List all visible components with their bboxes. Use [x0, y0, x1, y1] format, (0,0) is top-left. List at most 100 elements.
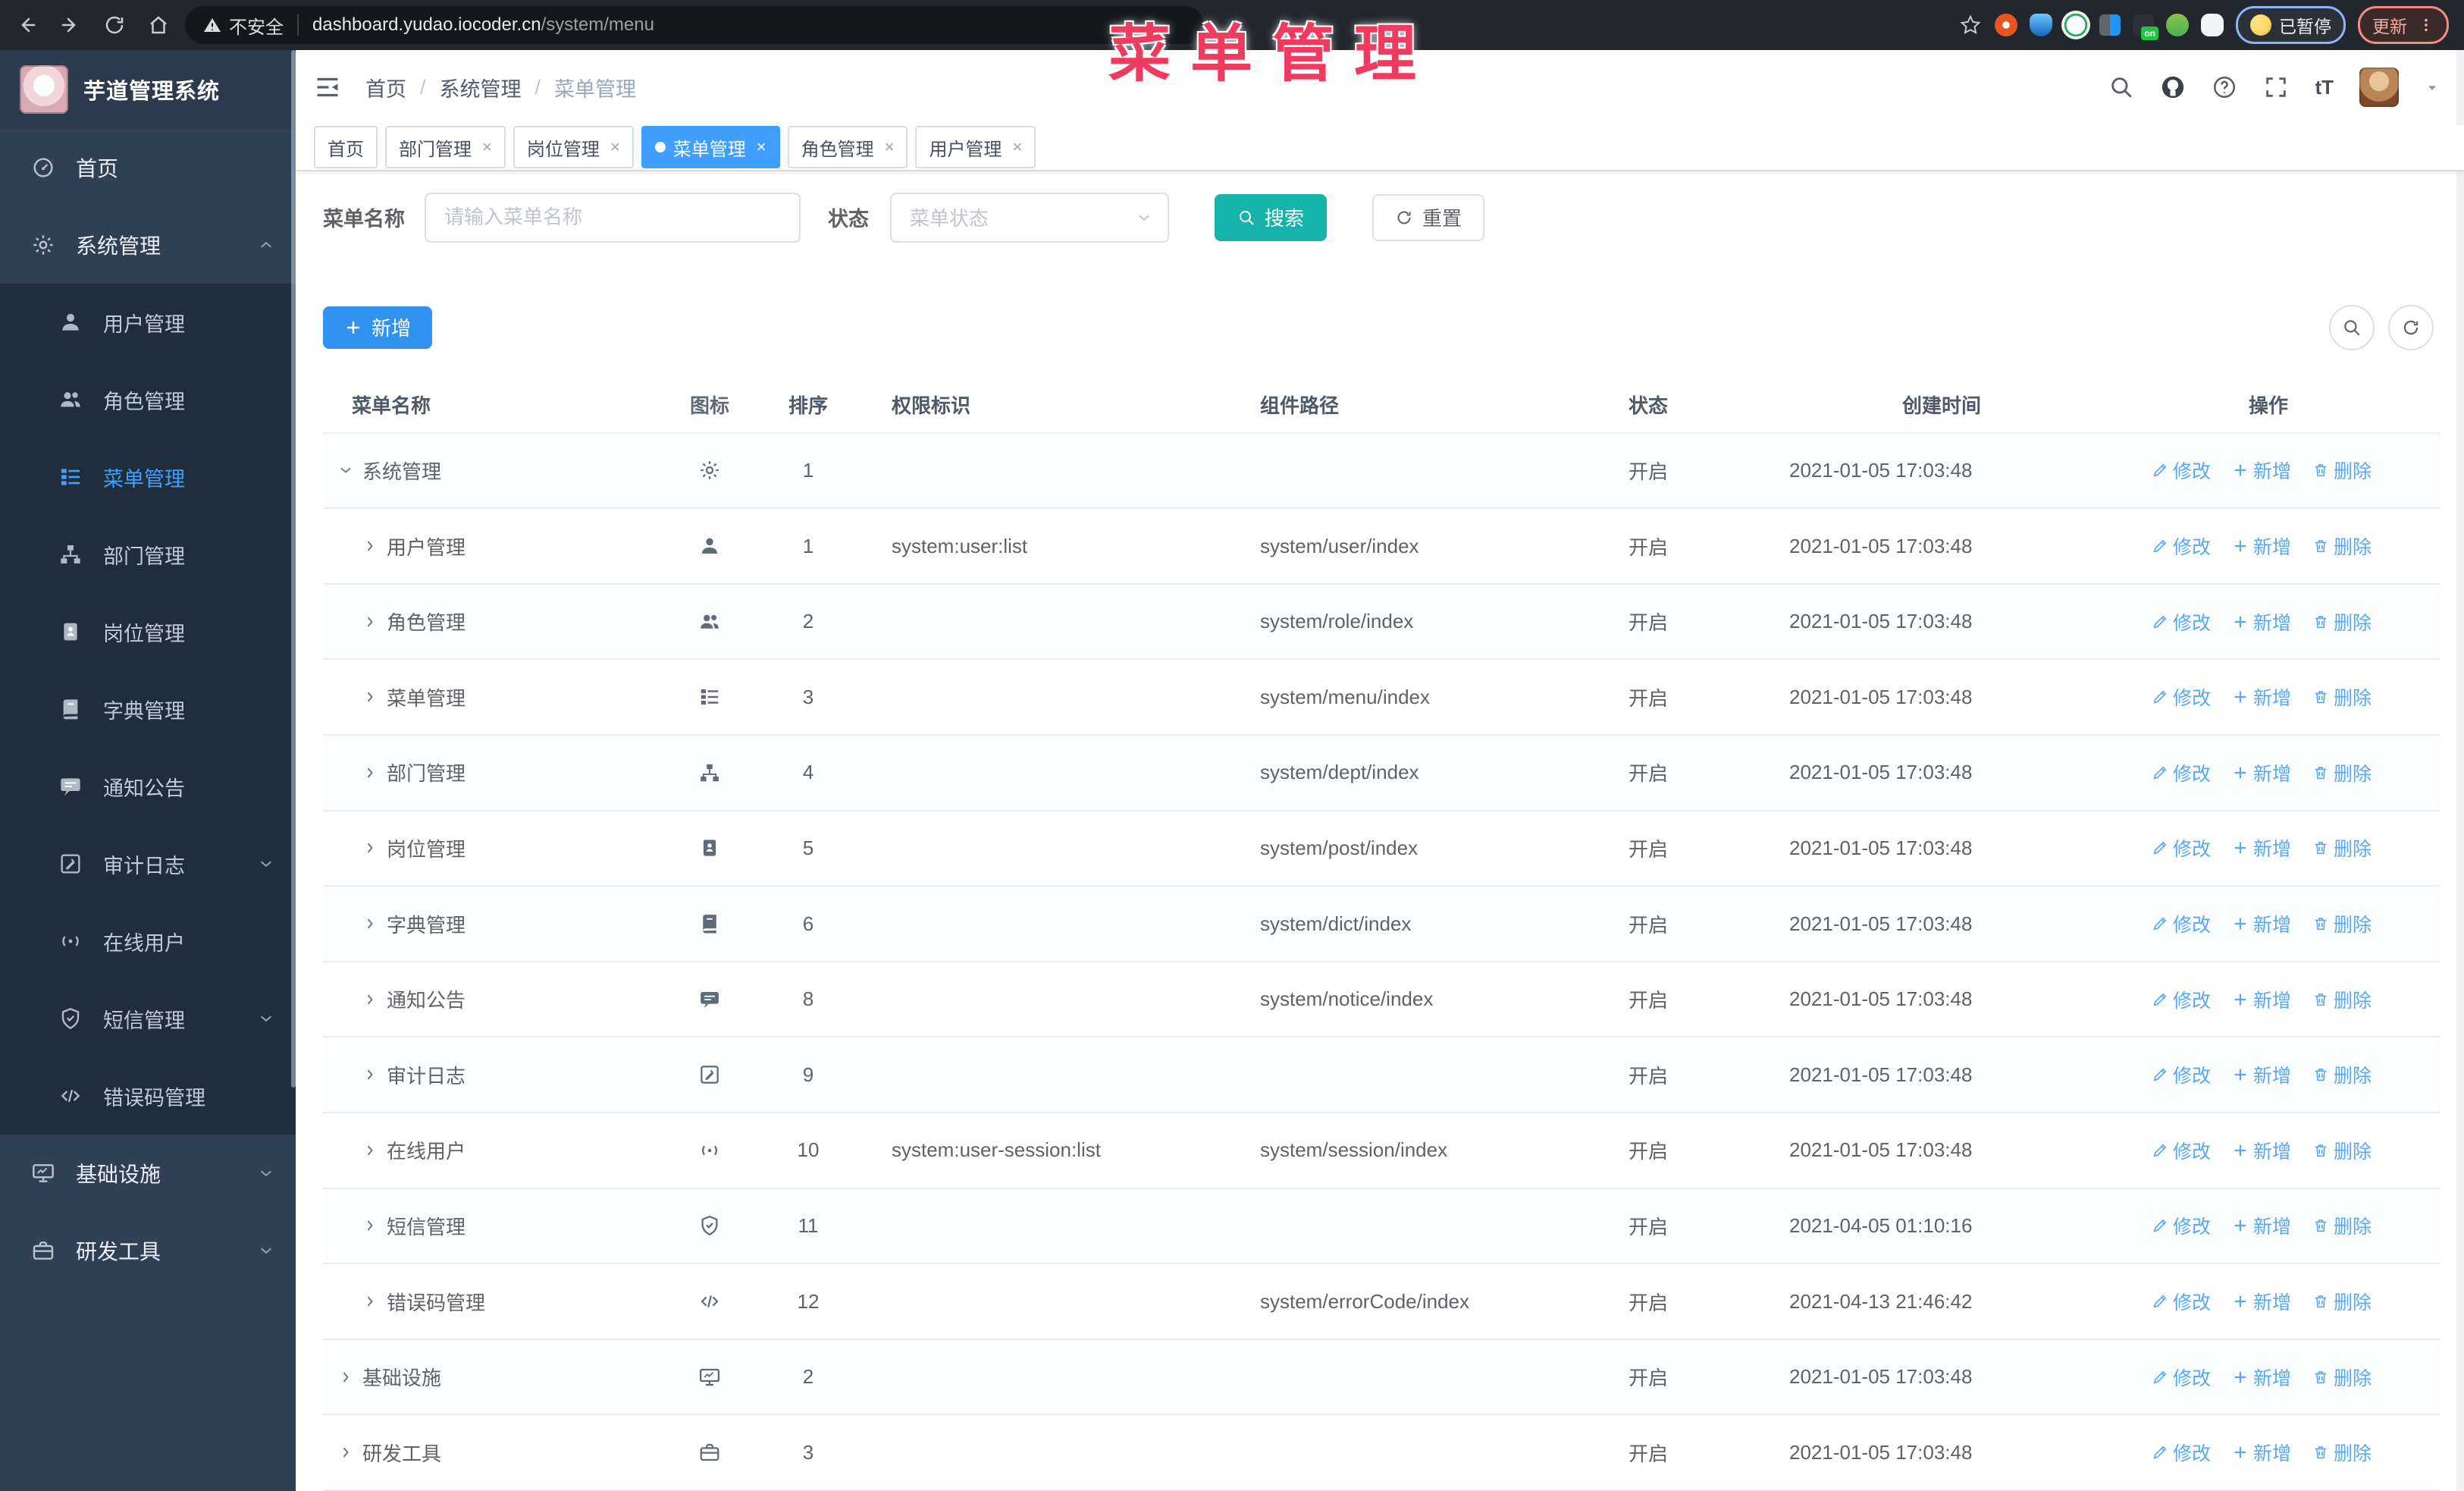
add-link[interactable]: 新增: [2232, 1061, 2291, 1088]
tab-部门管理[interactable]: 部门管理 ×: [385, 126, 506, 169]
sidebar-item-审计日志[interactable]: 审计日志: [0, 825, 296, 902]
add-link[interactable]: 新增: [2232, 1212, 2291, 1239]
breadcrumb-system[interactable]: 系统管理: [440, 73, 522, 102]
toggle-search-button[interactable]: [2329, 304, 2375, 350]
edit-link[interactable]: 修改: [2152, 683, 2211, 711]
close-icon[interactable]: ×: [482, 137, 492, 157]
delete-link[interactable]: 删除: [2312, 1137, 2372, 1164]
delete-link[interactable]: 删除: [2312, 457, 2372, 484]
delete-link[interactable]: 删除: [2312, 532, 2372, 560]
delete-link[interactable]: 删除: [2312, 1288, 2372, 1315]
browser-reload-icon[interactable]: [103, 14, 126, 36]
edit-link[interactable]: 修改: [2152, 1364, 2211, 1391]
close-icon[interactable]: ×: [885, 137, 895, 157]
add-link[interactable]: 新增: [2232, 532, 2291, 560]
browser-forward-icon[interactable]: [59, 14, 82, 36]
delete-link[interactable]: 删除: [2312, 1061, 2372, 1088]
kebab-menu-icon[interactable]: [2418, 17, 2434, 33]
add-link[interactable]: 新增: [2232, 986, 2291, 1013]
add-link[interactable]: 新增: [2232, 910, 2291, 937]
search-button[interactable]: 搜索: [1215, 193, 1328, 241]
github-icon[interactable]: [2160, 74, 2186, 100]
extensions-puzzle-icon[interactable]: [2201, 14, 2224, 36]
add-link[interactable]: 新增: [2232, 608, 2291, 636]
delete-link[interactable]: 删除: [2312, 1364, 2372, 1391]
edit-link[interactable]: 修改: [2152, 986, 2211, 1013]
collapse-arrow-icon[interactable]: [362, 1218, 378, 1233]
edit-link[interactable]: 修改: [2152, 1288, 2211, 1315]
security-warning[interactable]: 不安全: [203, 12, 284, 39]
edit-link[interactable]: 修改: [2152, 1212, 2211, 1239]
add-link[interactable]: 新增: [2232, 683, 2291, 711]
delete-link[interactable]: 删除: [2312, 608, 2372, 636]
font-size-icon[interactable]: tT: [2315, 76, 2334, 99]
sidebar-item-在线用户[interactable]: 在线用户: [0, 902, 296, 980]
browser-home-icon[interactable]: [147, 14, 170, 36]
status-select[interactable]: 菜单状态: [890, 192, 1169, 243]
header-search-icon[interactable]: [2108, 74, 2134, 100]
address-bar[interactable]: 不安全 dashboard.yudao.iocoder.cn/system/me…: [185, 6, 1204, 44]
collapse-arrow-icon[interactable]: [362, 992, 378, 1007]
collapse-arrow-icon[interactable]: [362, 1143, 378, 1158]
sidebar-item-短信管理[interactable]: 短信管理: [0, 980, 296, 1057]
sidebar-item-通知公告[interactable]: 通知公告: [0, 748, 296, 825]
edit-link[interactable]: 修改: [2152, 608, 2211, 636]
reset-button[interactable]: 重置: [1372, 193, 1485, 241]
sidebar-item-研发工具[interactable]: 研发工具: [0, 1212, 296, 1289]
edit-link[interactable]: 修改: [2152, 1439, 2211, 1466]
add-link[interactable]: 新增: [2232, 1288, 2291, 1315]
sidebar-item-基础设施[interactable]: 基础设施: [0, 1135, 296, 1212]
tab-岗位管理[interactable]: 岗位管理 ×: [513, 126, 634, 169]
close-icon[interactable]: ×: [610, 137, 620, 157]
collapse-arrow-icon[interactable]: [362, 538, 378, 554]
edit-link[interactable]: 修改: [2152, 457, 2211, 484]
add-link[interactable]: 新增: [2232, 759, 2291, 786]
collapse-arrow-icon[interactable]: [362, 840, 378, 855]
collapse-arrow-icon[interactable]: [362, 689, 378, 705]
breadcrumb-home[interactable]: 首页: [365, 73, 406, 102]
help-icon[interactable]: [2212, 74, 2237, 100]
bookmark-star-icon[interactable]: [1958, 13, 1983, 37]
collapse-arrow-icon[interactable]: [362, 916, 378, 931]
delete-link[interactable]: 删除: [2312, 1439, 2372, 1466]
close-icon[interactable]: ×: [757, 137, 766, 157]
refresh-table-button[interactable]: [2388, 304, 2434, 350]
collapse-arrow-icon[interactable]: [338, 1370, 353, 1385]
sidebar-item-首页[interactable]: 首页: [0, 129, 296, 206]
delete-link[interactable]: 删除: [2312, 834, 2372, 862]
edit-link[interactable]: 修改: [2152, 1061, 2211, 1088]
extension-grid-icon[interactable]: [2099, 14, 2121, 36]
sidebar-item-岗位管理[interactable]: 岗位管理: [0, 593, 296, 670]
add-link[interactable]: 新增: [2232, 457, 2291, 484]
collapse-arrow-icon[interactable]: [362, 765, 378, 780]
tab-首页[interactable]: 首页: [314, 126, 378, 169]
sidebar-item-部门管理[interactable]: 部门管理: [0, 516, 296, 593]
sidebar-item-错误码管理[interactable]: 错误码管理: [0, 1057, 296, 1135]
tab-用户管理[interactable]: 用户管理 ×: [915, 126, 1036, 169]
delete-link[interactable]: 删除: [2312, 759, 2372, 786]
delete-link[interactable]: 删除: [2312, 986, 2372, 1013]
delete-link[interactable]: 删除: [2312, 1212, 2372, 1239]
sidebar-item-角色管理[interactable]: 角色管理: [0, 361, 296, 438]
sidebar-item-用户管理[interactable]: 用户管理: [0, 284, 296, 361]
profile-paused-chip[interactable]: 已暂停: [2236, 6, 2346, 44]
extension-gem-icon[interactable]: [2030, 14, 2052, 36]
collapse-arrow-icon[interactable]: [338, 1445, 353, 1460]
sidebar-collapse-icon[interactable]: [314, 74, 341, 101]
tab-角色管理[interactable]: 角色管理 ×: [787, 126, 908, 169]
extension-ubuntu-icon[interactable]: [1995, 14, 2017, 36]
avatar-caret-icon[interactable]: [2425, 74, 2440, 102]
expand-arrow-icon[interactable]: [338, 463, 353, 478]
add-link[interactable]: 新增: [2232, 834, 2291, 862]
edit-link[interactable]: 修改: [2152, 1137, 2211, 1164]
sidebar-item-字典管理[interactable]: 字典管理: [0, 670, 296, 748]
add-link[interactable]: 新增: [2232, 1439, 2291, 1466]
extension-switch-icon[interactable]: on: [2133, 14, 2158, 40]
close-icon[interactable]: ×: [1012, 137, 1022, 157]
delete-link[interactable]: 删除: [2312, 683, 2372, 711]
edit-link[interactable]: 修改: [2152, 532, 2211, 560]
edit-link[interactable]: 修改: [2152, 910, 2211, 937]
fullscreen-icon[interactable]: [2263, 74, 2289, 100]
user-avatar[interactable]: [2359, 67, 2399, 108]
delete-link[interactable]: 删除: [2312, 910, 2372, 937]
